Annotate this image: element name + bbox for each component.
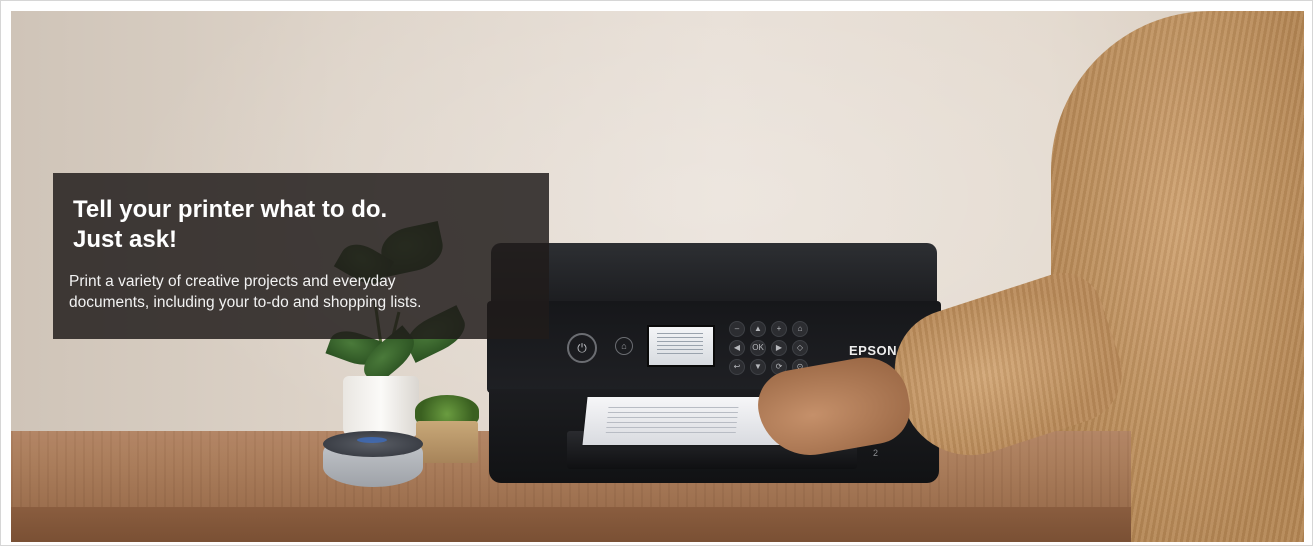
promo-description: Print a variety of creative projects and… [69,271,531,313]
keypad-key: ◀ [729,340,745,356]
keypad-key: OK [750,340,766,356]
slot-label: 2 [873,448,879,458]
keypad-key: ▲ [750,321,766,337]
plant-pot [343,376,419,438]
succulent-pot [416,421,478,463]
description-line-1: Print a variety of creative projects and… [69,273,396,290]
headline-line-1: Tell your printer what to do. [73,196,388,223]
promo-headline: Tell your printer what to do. Just ask! [73,195,531,255]
keypad-key: ⌂ [792,321,808,337]
banner-frame: ⏻ ⌂ – ▲ + ⌂ ◀ OK ▶ ◇ ↩ ▼ ⟳ ⊙ EPSON 1 2 T… [0,0,1313,546]
desk-front-edge [11,507,1131,542]
hero-image: ⏻ ⌂ – ▲ + ⌂ ◀ OK ▶ ◇ ↩ ▼ ⟳ ⊙ EPSON 1 2 T… [11,11,1304,542]
power-icon: ⏻ [567,333,597,363]
keypad-key: – [729,321,745,337]
home-icon: ⌂ [615,337,633,355]
printer-keypad: – ▲ + ⌂ ◀ OK ▶ ◇ ↩ ▼ ⟳ ⊙ [729,321,811,375]
printer-lcd-screen [647,325,715,367]
keypad-key: ◇ [792,340,808,356]
description-line-2: documents, including your to-do and shop… [69,294,422,311]
speaker-light-ring [357,437,387,443]
printer-brand-logo: EPSON [849,343,898,358]
keypad-key: + [771,321,787,337]
smart-speaker-top [323,431,423,457]
printer-lid [491,243,937,307]
keypad-key: ▶ [771,340,787,356]
keypad-key: ↩ [729,359,745,375]
headline-line-2: Just ask! [73,226,178,253]
keypad-key: ▼ [750,359,766,375]
promo-text-box: Tell your printer what to do. Just ask! … [53,173,549,339]
